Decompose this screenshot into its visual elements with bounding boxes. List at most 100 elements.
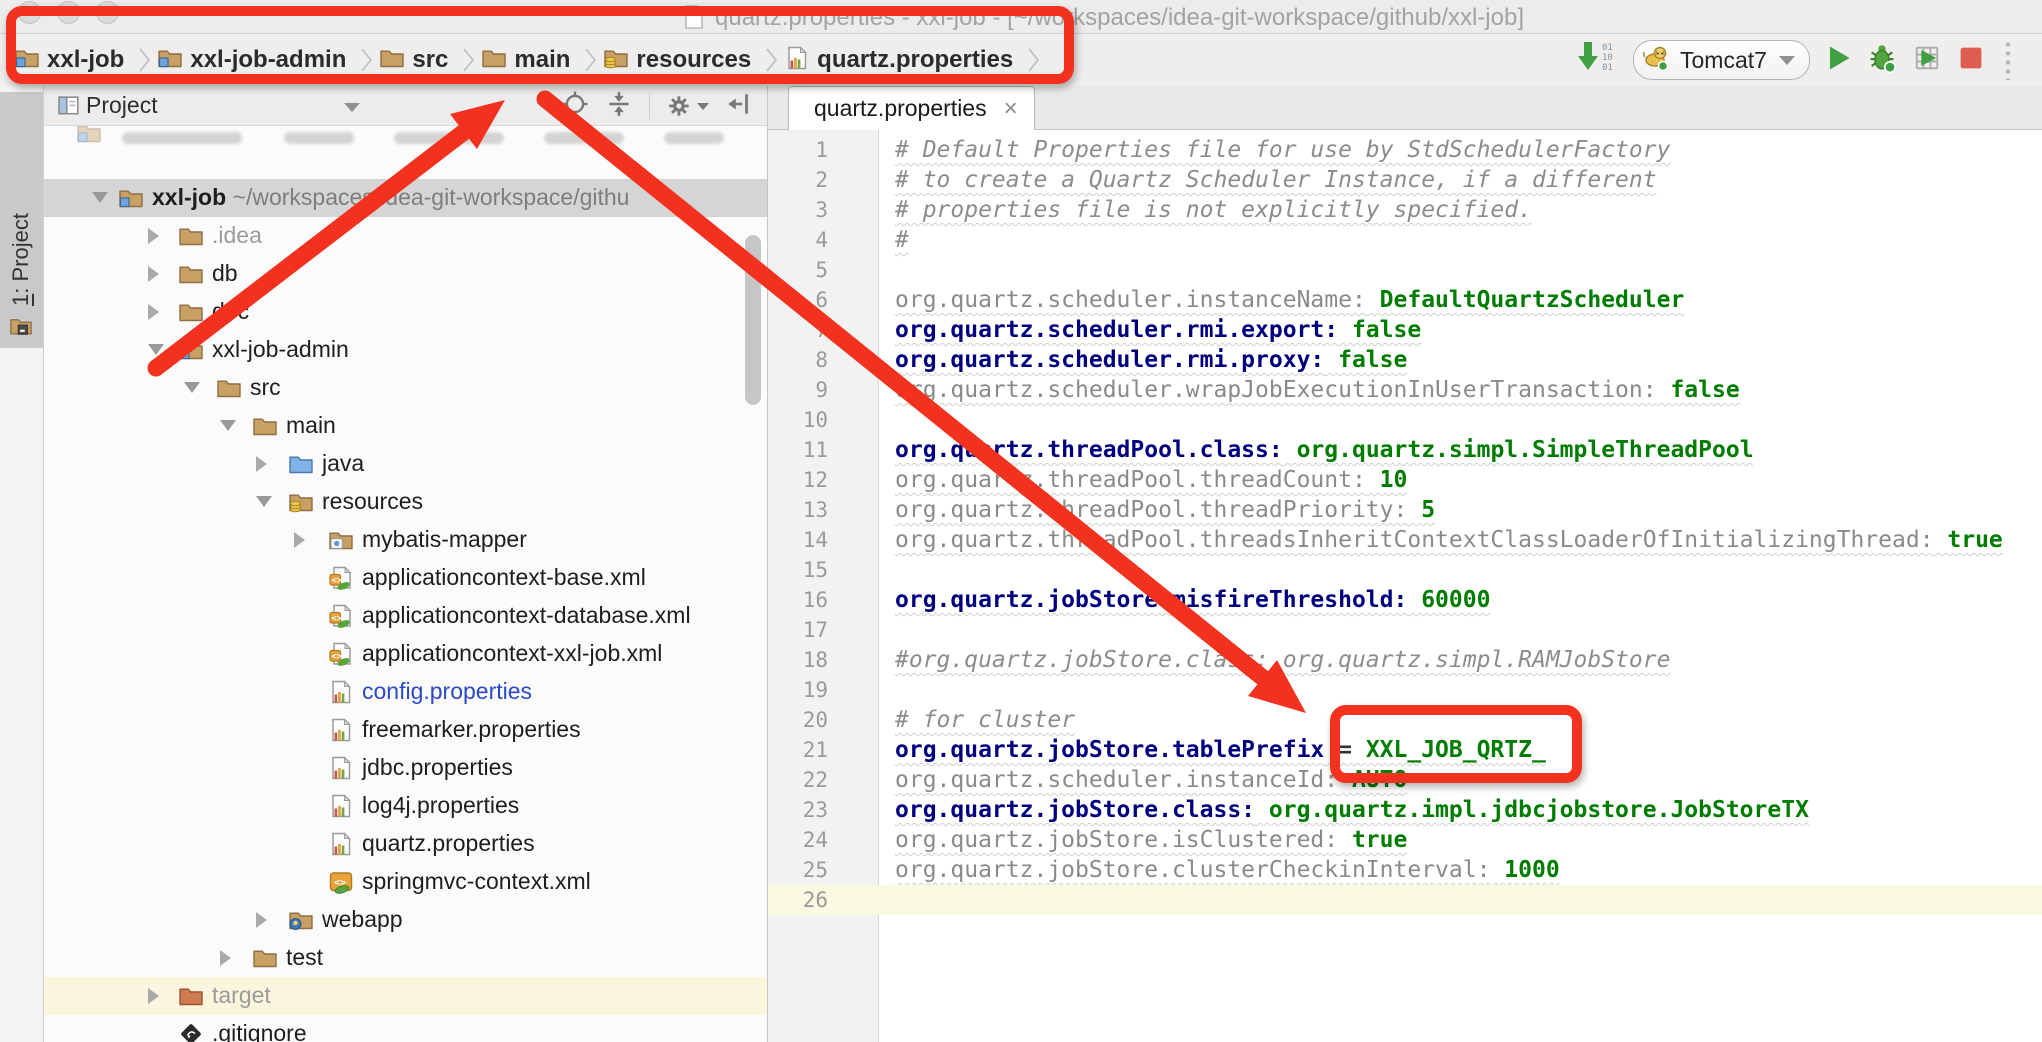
toolbar-separator [649,93,650,119]
expanded-arrow-icon[interactable] [220,420,236,431]
line-number: 19 [768,675,828,705]
collapsed-arrow-icon[interactable] [148,304,159,320]
tree-item-mybatis-mapper[interactable]: mybatis-mapper [44,521,767,559]
close-window-button[interactable] [18,1,41,24]
tree-item-java[interactable]: java [44,445,767,483]
run-button[interactable] [1823,43,1853,78]
collapsed-arrow-icon[interactable] [220,950,231,966]
expanded-arrow-icon[interactable] [92,192,108,203]
run-configuration-select[interactable]: Tomcat7 [1633,40,1810,80]
collapsed-arrow-icon[interactable] [256,456,267,472]
project-tool-window-button[interactable]: 1: Project [0,92,43,348]
tree-item-quartz.properties[interactable]: quartz.properties [44,825,767,863]
run-with-coverage-button[interactable] [1911,42,1943,79]
tree-item-applicationcontext-database.xml[interactable]: <> applicationcontext-database.xml [44,597,767,635]
folder-icon [178,223,204,254]
project-panel-title[interactable]: Project [86,92,158,119]
svg-text:01: 01 [1602,63,1613,73]
tree-item-log4j.properties[interactable]: log4j.properties [44,787,767,825]
project-panel: Project [44,86,768,1042]
editor-area[interactable]: quartz.properties × 1# Default Propertie… [768,86,2042,1042]
tree-item-db[interactable]: db [44,255,767,293]
breadcrumb-chevron-icon [462,47,475,73]
breadcrumb-item-quartz.properties[interactable]: quartz.properties [784,45,1013,76]
breadcrumb-item-xxl-job[interactable]: xxl-job [14,45,124,76]
breadcrumb-chevron-icon [765,47,778,73]
collapse-all-button[interactable] [605,90,633,123]
tree-item-.gitignore[interactable]: .gitignore [44,1015,767,1042]
code-line-12: 12org.quartz.threadPool.threadCount: 10 [768,465,2042,495]
scroll-from-source-button[interactable] [561,90,589,123]
tree-item-applicationcontext-base.xml[interactable]: <> applicationcontext-base.xml [44,559,767,597]
line-number: 2 [768,165,828,195]
tree-item-main[interactable]: main [44,407,767,445]
line-number: 6 [768,285,828,315]
tree-item-label: resources [322,488,423,515]
folder-icon [379,45,405,76]
breadcrumb-item-src[interactable]: src [379,45,448,76]
stop-button[interactable] [1956,43,1986,78]
code-line-1: 1# Default Properties file for use by St… [768,135,2042,165]
settings-gear-button[interactable] [666,92,709,120]
tree-item-xxl-job-admin[interactable]: xxl-job-admin [44,331,767,369]
hide-panel-button[interactable] [725,90,753,123]
project-tree-scrollbar[interactable] [745,235,761,405]
tree-item-springmvc-context.xml[interactable]: <> springmvc-context.xml [44,863,767,901]
editor-tab-bar: quartz.properties × [768,86,2042,130]
collapsed-arrow-icon[interactable] [294,532,305,548]
expanded-arrow-icon[interactable] [148,344,164,355]
breadcrumb-label: src [412,46,448,74]
line-number: 14 [768,525,828,555]
zoom-window-button[interactable] [96,1,119,24]
line-number: 26 [768,885,828,915]
line-number: 1 [768,135,828,165]
breadcrumb-item-main[interactable]: main [481,45,570,76]
tree-item-test[interactable]: test [44,939,767,977]
minimize-window-button[interactable] [57,1,80,24]
tree-item-webapp[interactable]: webapp [44,901,767,939]
expanded-arrow-icon[interactable] [256,496,272,507]
tree-item-xxl-job[interactable]: xxl-job ~/workspaces/idea-git-workspace/… [44,179,767,217]
tree-item-resources[interactable]: resources [44,483,767,521]
tree-item-src[interactable]: src [44,369,767,407]
folder-icon [252,945,278,976]
breadcrumb-item-xxl-job-admin[interactable]: xxl-job-admin [157,45,346,76]
breadcrumb-item-resources[interactable]: resources [603,45,751,76]
folder-java-icon [288,451,314,482]
toolbar-drag-handle[interactable] [2005,40,2011,80]
code-line-8: 8org.quartz.scheduler.rmi.proxy: false [768,345,2042,375]
tree-item-jdbc.properties[interactable]: jdbc.properties [44,749,767,787]
tree-item-target[interactable]: target [44,977,767,1015]
tree-item-config.properties[interactable]: config.properties [44,673,767,711]
svg-text:01: 01 [1602,43,1613,53]
tree-item-freemarker.properties[interactable]: freemarker.properties [44,711,767,749]
file-properties-icon [328,831,354,862]
folder-webapp-icon [288,907,314,938]
code-line-20: 20# for cluster [768,705,2042,735]
tree-item-label: src [250,374,281,401]
code-line-2: 2# to create a Quartz Scheduler Instance… [768,165,2042,195]
expanded-arrow-icon[interactable] [184,382,200,393]
tree-item-label: target [212,982,271,1009]
code-line-4: 4# [768,225,2042,255]
tree-item-applicationcontext-xxl-job.xml[interactable]: <> applicationcontext-xxl-job.xml [44,635,767,673]
collapsed-arrow-icon[interactable] [148,228,159,244]
run-configuration-label: Tomcat7 [1680,47,1767,74]
project-views-chevron-icon[interactable] [344,103,360,112]
collapsed-arrow-icon[interactable] [148,266,159,282]
tree-item-doc[interactable]: doc [44,293,767,331]
tree-item-label: xxl-job ~/workspaces/idea-git-workspace/… [152,184,629,211]
close-tab-icon[interactable]: × [1004,99,1018,119]
update-application-icon[interactable]: 011001 [1576,40,1620,81]
folder-module-icon [14,45,40,76]
tab-quartz-properties[interactable]: quartz.properties × [788,86,1035,130]
collapsed-arrow-icon[interactable] [148,988,159,1004]
tree-item-.idea[interactable]: .idea [44,217,767,255]
debug-button[interactable] [1866,42,1898,79]
navigation-bar: xxl-job xxl-job-admin src main resources… [0,34,2042,87]
line-number: 10 [768,405,828,435]
tree-item-label: mybatis-mapper [362,526,527,553]
folder-icon [252,413,278,444]
line-number: 20 [768,705,828,735]
collapsed-arrow-icon[interactable] [256,912,267,928]
